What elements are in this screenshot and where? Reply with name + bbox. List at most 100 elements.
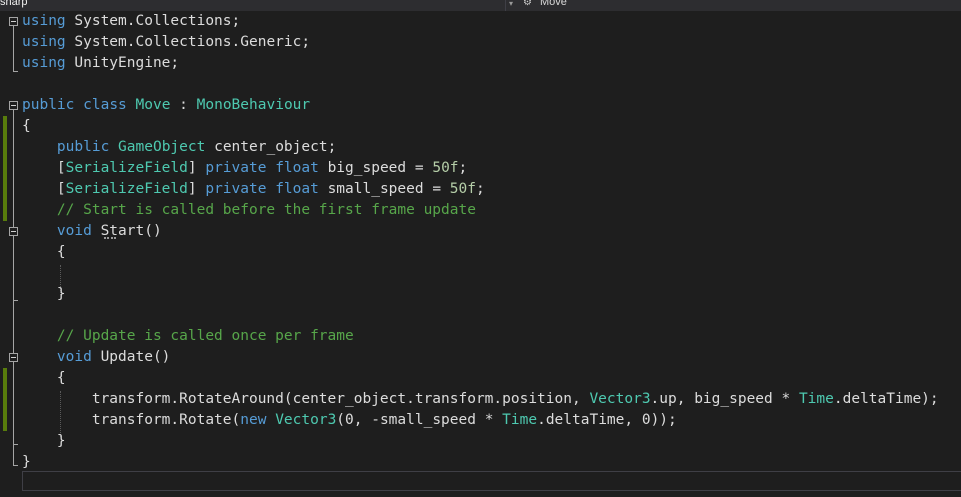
code-token: Time xyxy=(798,391,834,407)
code-token: small_speed = xyxy=(318,181,450,197)
code-token: } xyxy=(22,433,66,449)
code-token: .up, big_speed * xyxy=(650,391,799,407)
code-token: Vector3 xyxy=(589,391,651,407)
code-token: { xyxy=(22,370,66,386)
code-line[interactable]: // Start is called before the first fram… xyxy=(22,200,476,221)
code-line[interactable]: using System.Collections.Generic; xyxy=(22,32,310,53)
code-line[interactable]: void Update() xyxy=(22,347,171,368)
code-token: : xyxy=(170,97,197,113)
code-line[interactable]: public GameObject center_object; xyxy=(22,137,336,158)
code-token: ; xyxy=(476,181,485,197)
code-line[interactable]: { xyxy=(22,242,66,263)
code-line[interactable]: } xyxy=(22,284,66,305)
code-token: .deltaTime, 0)); xyxy=(537,412,677,428)
code-line[interactable]: public class Move : MonoBehaviour xyxy=(22,95,310,116)
code-line[interactable]: // Update is called once per frame xyxy=(22,326,354,347)
code-token: using xyxy=(22,13,66,29)
class-icon: ⚙ xyxy=(523,0,532,8)
code-token: Update() xyxy=(91,349,171,365)
code-line[interactable]: using System.Collections; xyxy=(22,11,240,32)
code-token: void xyxy=(56,349,92,365)
code-token: center_object; xyxy=(205,139,337,155)
collapse-icon[interactable] xyxy=(9,227,18,236)
code-line[interactable]: { xyxy=(22,116,31,137)
code-token: private xyxy=(205,181,267,197)
outline-end xyxy=(13,300,18,301)
code-token: 50f xyxy=(449,181,476,197)
navigation-bar: sharp ▾ ⚙ Move xyxy=(0,0,961,11)
code-line[interactable]: transform.Rotate(new Vector3(0, -small_s… xyxy=(22,410,677,431)
code-token: { xyxy=(22,118,31,134)
code-token: SerializeField xyxy=(65,160,188,176)
code-token: void xyxy=(56,223,92,239)
code-token: public xyxy=(22,97,75,113)
code-token: // Start is called before the first fram… xyxy=(22,202,476,218)
code-token: using xyxy=(22,55,66,71)
code-token: [ xyxy=(22,160,66,176)
collapse-icon[interactable] xyxy=(9,17,18,26)
code-line[interactable]: { xyxy=(22,368,66,389)
code-token: } xyxy=(22,454,31,470)
code-line[interactable]: void Start() xyxy=(22,221,162,242)
horizontal-scrollbar[interactable] xyxy=(22,471,961,491)
change-indicator xyxy=(3,116,7,221)
code-token: [ xyxy=(22,181,66,197)
outline-end xyxy=(13,71,18,72)
code-line[interactable]: [SerializeField] private float small_spe… xyxy=(22,179,485,200)
suggestion-dots xyxy=(104,237,116,239)
code-line[interactable]: using UnityEngine; xyxy=(22,53,179,74)
code-token: System.Collections; xyxy=(65,13,241,29)
code-token: big_speed = xyxy=(318,160,433,176)
code-line[interactable]: } xyxy=(22,452,31,473)
outline-line xyxy=(13,26,14,71)
outline-line xyxy=(13,362,14,444)
code-token: UnityEngine; xyxy=(65,55,180,71)
member-dropdown[interactable]: Move xyxy=(540,0,567,8)
outline-line xyxy=(13,236,14,300)
code-token: Vector3 xyxy=(275,412,337,428)
code-token: class xyxy=(83,97,127,113)
code-token: MonoBehaviour xyxy=(196,97,311,113)
code-token: ] xyxy=(187,160,206,176)
outline-end xyxy=(13,444,18,445)
code-token: public xyxy=(56,139,110,155)
code-token: using xyxy=(22,34,66,50)
code-token: } xyxy=(22,286,66,302)
collapse-icon[interactable] xyxy=(9,101,18,110)
code-token: transform.Rotate( xyxy=(22,412,241,428)
code-token: SerializeField xyxy=(65,181,188,197)
collapse-icon[interactable] xyxy=(9,353,18,362)
project-dropdown[interactable]: sharp xyxy=(0,0,28,8)
code-token: System.Collections.Generic; xyxy=(65,34,311,50)
code-token: float xyxy=(275,181,319,197)
code-token: Move xyxy=(135,97,171,113)
code-token: ] xyxy=(187,181,206,197)
code-token: private xyxy=(205,160,267,176)
code-token: Time xyxy=(502,412,538,428)
code-editor[interactable]: using System.Collections; using System.Co… xyxy=(0,11,961,471)
chevron-down-icon[interactable]: ▾ xyxy=(509,0,513,9)
code-line[interactable]: [SerializeField] private float big_speed… xyxy=(22,158,467,179)
code-token: // Update is called once per frame xyxy=(22,328,354,344)
code-token: Start() xyxy=(91,223,162,239)
code-token: (0, -small_speed * xyxy=(336,412,503,428)
code-token: float xyxy=(275,160,319,176)
navbar-divider xyxy=(505,0,506,11)
outline-end xyxy=(13,465,18,466)
code-line[interactable]: transform.RotateAround(center_object.tra… xyxy=(22,389,939,410)
code-token: GameObject xyxy=(118,139,206,155)
code-line[interactable]: } xyxy=(22,431,66,452)
code-token: .deltaTime); xyxy=(833,391,939,407)
code-token: new xyxy=(240,412,267,428)
code-token: { xyxy=(22,244,66,260)
change-indicator xyxy=(3,368,7,431)
